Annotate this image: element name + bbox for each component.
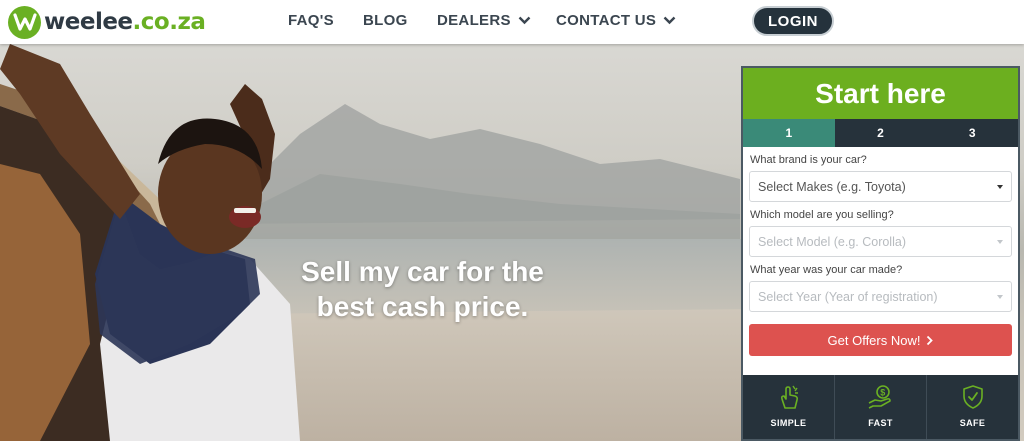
step-1-tab[interactable]: 1 [743,119,835,147]
nav-faqs[interactable]: FAQ'S [288,12,334,29]
chevron-down-icon [663,16,676,25]
shield-check-icon [962,385,983,409]
chevron-right-icon [927,335,934,345]
form-title: Start here [743,68,1018,119]
feature-fast: $ FAST [834,375,926,439]
login-button[interactable]: LOGIN [752,6,834,36]
nav-dealers-label: DEALERS [437,12,511,29]
model-select-placeholder: Select Model (e.g. Corolla) [758,234,906,249]
logo-w-icon [8,5,41,39]
hero-headline: Sell my car for the best cash price. [301,256,544,322]
year-field-label: What year was your car made? [750,264,903,276]
svg-text:$: $ [880,388,885,398]
brand-field-label: What brand is your car? [750,154,867,166]
model-select[interactable]: Select Model (e.g. Corolla) [749,226,1012,257]
logo-wordmark: weelee.co.za [44,9,206,35]
caret-down-icon [997,239,1003,244]
nav-contact-us[interactable]: CONTACT US [556,12,676,29]
caret-down-icon [997,184,1003,189]
quote-form-panel: Start here 1 2 3 What brand is your car?… [741,66,1020,441]
feature-safe-label: SAFE [959,418,986,428]
feature-fast-label: FAST [868,418,893,428]
step-3-tab[interactable]: 3 [926,119,1019,147]
step-2-tab[interactable]: 2 [834,119,927,147]
nav-faqs-label: FAQ'S [288,12,334,29]
site-logo[interactable]: weelee.co.za [8,5,206,39]
make-select-placeholder: Select Makes (e.g. Toyota) [758,179,906,194]
feature-simple-label: SIMPLE [770,418,807,428]
nav-blog[interactable]: BLOG [363,12,408,29]
get-offers-label: Get Offers Now! [827,332,921,348]
year-select[interactable]: Select Year (Year of registration) [749,281,1012,312]
make-select[interactable]: Select Makes (e.g. Toyota) [749,171,1012,202]
model-field-label: Which model are you selling? [750,209,894,221]
feature-safe: SAFE [926,375,1018,439]
chevron-down-icon [518,16,531,25]
caret-down-icon [997,294,1003,299]
form-steps: 1 2 3 [743,119,1019,147]
hand-money-icon: $ [868,385,891,409]
get-offers-button[interactable]: Get Offers Now! [749,324,1012,356]
year-select-placeholder: Select Year (Year of registration) [758,289,938,304]
hand-click-icon [780,385,798,409]
feature-simple: SIMPLE [743,375,834,439]
features-bar: SIMPLE $ FAST SAFE [743,375,1018,439]
nav-blog-label: BLOG [363,12,408,29]
nav-dealers[interactable]: DEALERS [437,12,531,29]
site-header: weelee.co.za FAQ'S BLOG DEALERS CONTACT … [0,0,1024,44]
nav-contact-us-label: CONTACT US [556,12,657,29]
